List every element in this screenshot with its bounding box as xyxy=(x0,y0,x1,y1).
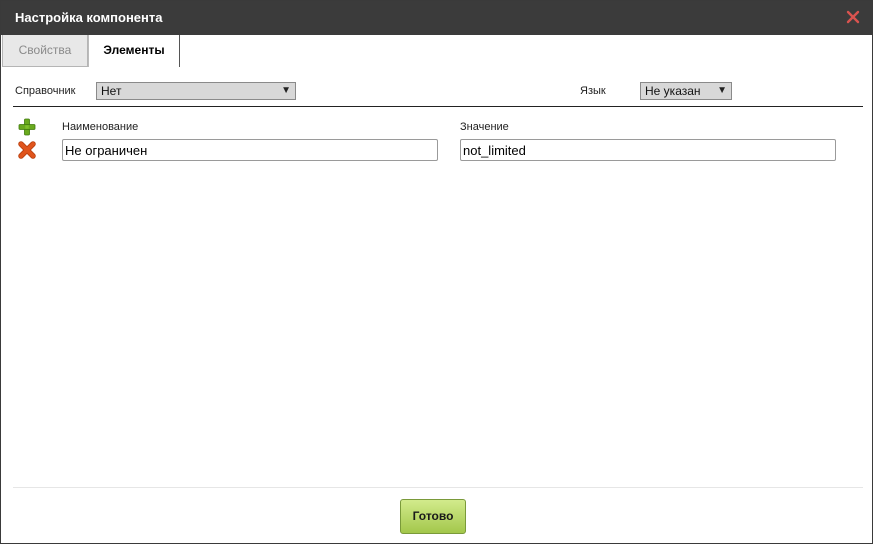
directory-select[interactable]: Нет ▼ xyxy=(96,82,296,100)
footer-divider xyxy=(13,487,863,488)
tab-elements[interactable]: Элементы xyxy=(88,35,180,67)
dialog-title: Настройка компонента xyxy=(15,10,163,25)
dialog-titlebar[interactable]: Настройка компонента xyxy=(1,1,872,35)
column-header-value: Значение xyxy=(460,121,509,133)
directory-select-value: Нет xyxy=(101,84,122,98)
language-select[interactable]: Не указан ▼ xyxy=(640,82,732,100)
tab-bar: Свойства Элементы xyxy=(1,35,872,67)
name-field[interactable] xyxy=(62,139,438,161)
directory-label: Справочник xyxy=(15,85,76,97)
close-icon[interactable] xyxy=(846,10,860,24)
delete-icon[interactable] xyxy=(18,141,36,159)
tab-properties[interactable]: Свойства xyxy=(2,35,88,67)
dropdown-arrow-icon: ▼ xyxy=(717,85,727,96)
language-label: Язык xyxy=(580,85,606,97)
section-divider xyxy=(13,106,863,107)
dropdown-arrow-icon: ▼ xyxy=(281,85,291,96)
done-button[interactable]: Готово xyxy=(400,499,466,534)
language-select-value: Не указан xyxy=(645,84,701,98)
value-field[interactable] xyxy=(460,139,836,161)
component-settings-dialog: Настройка компонента Свойства Элементы С… xyxy=(0,0,873,544)
plus-icon[interactable] xyxy=(18,118,36,136)
column-header-name: Наименование xyxy=(62,121,139,133)
